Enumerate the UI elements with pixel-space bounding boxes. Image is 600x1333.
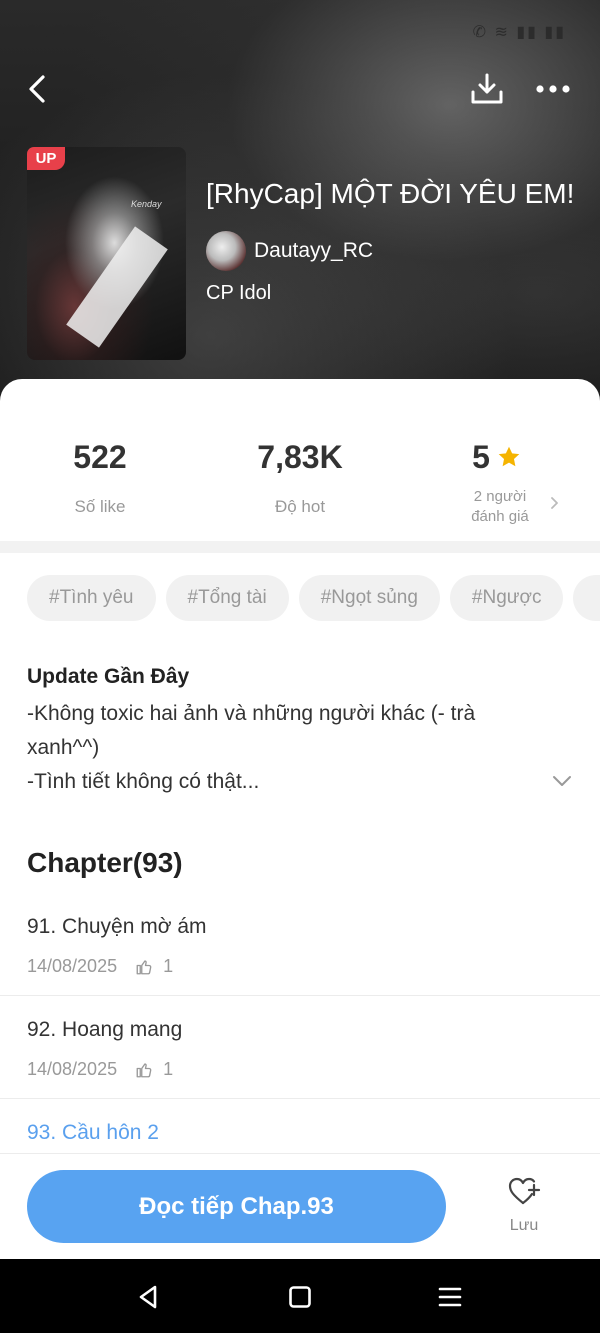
status-bar: 11:24 ✆ ≋ ▮▮ ▮▮: [0, 0, 600, 60]
star-icon: [498, 446, 520, 466]
author-row[interactable]: Dautayy_RC: [206, 231, 373, 271]
nav-home-button[interactable]: [286, 1283, 314, 1311]
download-button[interactable]: [464, 66, 510, 112]
triangle-back-icon: [139, 1285, 157, 1309]
chapter-like-count: 1: [163, 1059, 174, 1079]
tag-chip[interactable]: #Tổng tài: [165, 575, 289, 621]
likes-label: Số like: [74, 497, 126, 516]
continue-reading-button[interactable]: Đọc tiếp Chap.93: [27, 1170, 446, 1243]
update-line: -Tình tiết không có thật...: [27, 770, 260, 793]
likes-value: 522: [73, 439, 127, 475]
hot-label: Độ hot: [274, 497, 326, 516]
rating-arrow-button[interactable]: [550, 496, 560, 515]
menu-lines-icon: [438, 1287, 462, 1307]
chapter-meta: 14/08/2025 1: [27, 1059, 173, 1080]
nav-back-button[interactable]: [134, 1283, 162, 1311]
back-button[interactable]: [14, 66, 60, 112]
update-description: -Không toxic hai ảnh và những người khác…: [27, 697, 547, 799]
book-title: [RhyCap] MỘT ĐỜI YÊU EM!: [206, 178, 575, 209]
chevron-left-icon: [29, 75, 45, 103]
chapter-header: Chapter(93): [27, 847, 183, 878]
system-navigation-bar: [0, 1259, 600, 1333]
stat-likes: 522 Số like: [0, 437, 200, 517]
stats-row: 522 Số like 7,83K Độ hot 5 2 người đánh …: [0, 379, 600, 541]
tag-chip[interactable]: #Ngọt sủng: [298, 575, 440, 621]
book-cover[interactable]: Kenday: [27, 147, 186, 360]
rating-value-row: 5: [397, 437, 597, 477]
chapter-item[interactable]: 91. Chuyện mờ ám 14/08/2025 1: [0, 893, 600, 996]
save-button[interactable]: Lưu: [494, 1176, 554, 1246]
chapter-title: 91. Chuyện mờ ám: [27, 915, 207, 938]
author-name[interactable]: Dautayy_RC: [254, 239, 373, 263]
thumbs-up-icon: [135, 958, 153, 976]
chapter-meta: 14/08/2025 1: [27, 956, 173, 977]
tag-list: #Tình yêu #Tổng tài #Ngọt sủng #Ngược: [27, 575, 600, 621]
chapter-like-count: 1: [163, 956, 174, 976]
download-icon: [471, 73, 503, 104]
more-horizontal-icon: [536, 85, 570, 93]
nav-menu-button[interactable]: [436, 1283, 464, 1311]
thumbs-up-icon: [135, 1061, 153, 1079]
tag-chip[interactable]: #Ngược: [449, 575, 564, 621]
stat-rating[interactable]: 5: [397, 437, 597, 477]
chapter-title: 93. Cầu hôn 2: [27, 1121, 159, 1144]
cover-signature: Kenday: [131, 199, 162, 209]
rating-value: 5: [472, 439, 490, 475]
chapter-date: 14/08/2025: [27, 1059, 118, 1079]
tag-chip-partial[interactable]: [573, 575, 600, 621]
section-divider: [0, 541, 600, 553]
chevron-right-icon: [551, 497, 558, 509]
tag-chip[interactable]: #Tình yêu: [27, 575, 156, 621]
content-sheet: 522 Số like 7,83K Độ hot 5 2 người đánh …: [0, 379, 600, 1259]
book-category[interactable]: CP Idol: [206, 282, 271, 305]
expand-description-button[interactable]: [548, 769, 576, 793]
author-avatar[interactable]: [206, 231, 246, 271]
square-home-icon: [289, 1286, 311, 1308]
chapter-item[interactable]: 92. Hoang mang 14/08/2025 1: [0, 996, 600, 1099]
hot-value: 7,83K: [257, 439, 343, 475]
chevron-down-icon: [553, 776, 571, 786]
stat-hot: 7,83K Độ hot: [200, 437, 400, 517]
update-title: Update Gần Đây: [27, 665, 190, 688]
heart-plus-icon: [508, 1177, 541, 1205]
hero-background: 11:24 ✆ ≋ ▮▮ ▮▮ Kenday UP [RhyCap] MỘT Đ…: [0, 0, 600, 420]
chapter-date: 14/08/2025: [27, 956, 118, 976]
bottom-action-bar: Đọc tiếp Chap.93 Lưu: [0, 1153, 600, 1259]
update-badge: UP: [27, 147, 65, 170]
chapter-title: 92. Hoang mang: [27, 1018, 183, 1041]
status-icons: ✆ ≋ ▮▮ ▮▮: [472, 24, 566, 41]
rating-label: 2 người đánh giá: [471, 488, 529, 525]
status-time: 11:24: [28, 22, 74, 42]
more-button[interactable]: [530, 66, 576, 112]
save-label: Lưu: [509, 1217, 539, 1234]
update-line: -Không toxic hai ảnh và những người khác…: [27, 702, 476, 759]
